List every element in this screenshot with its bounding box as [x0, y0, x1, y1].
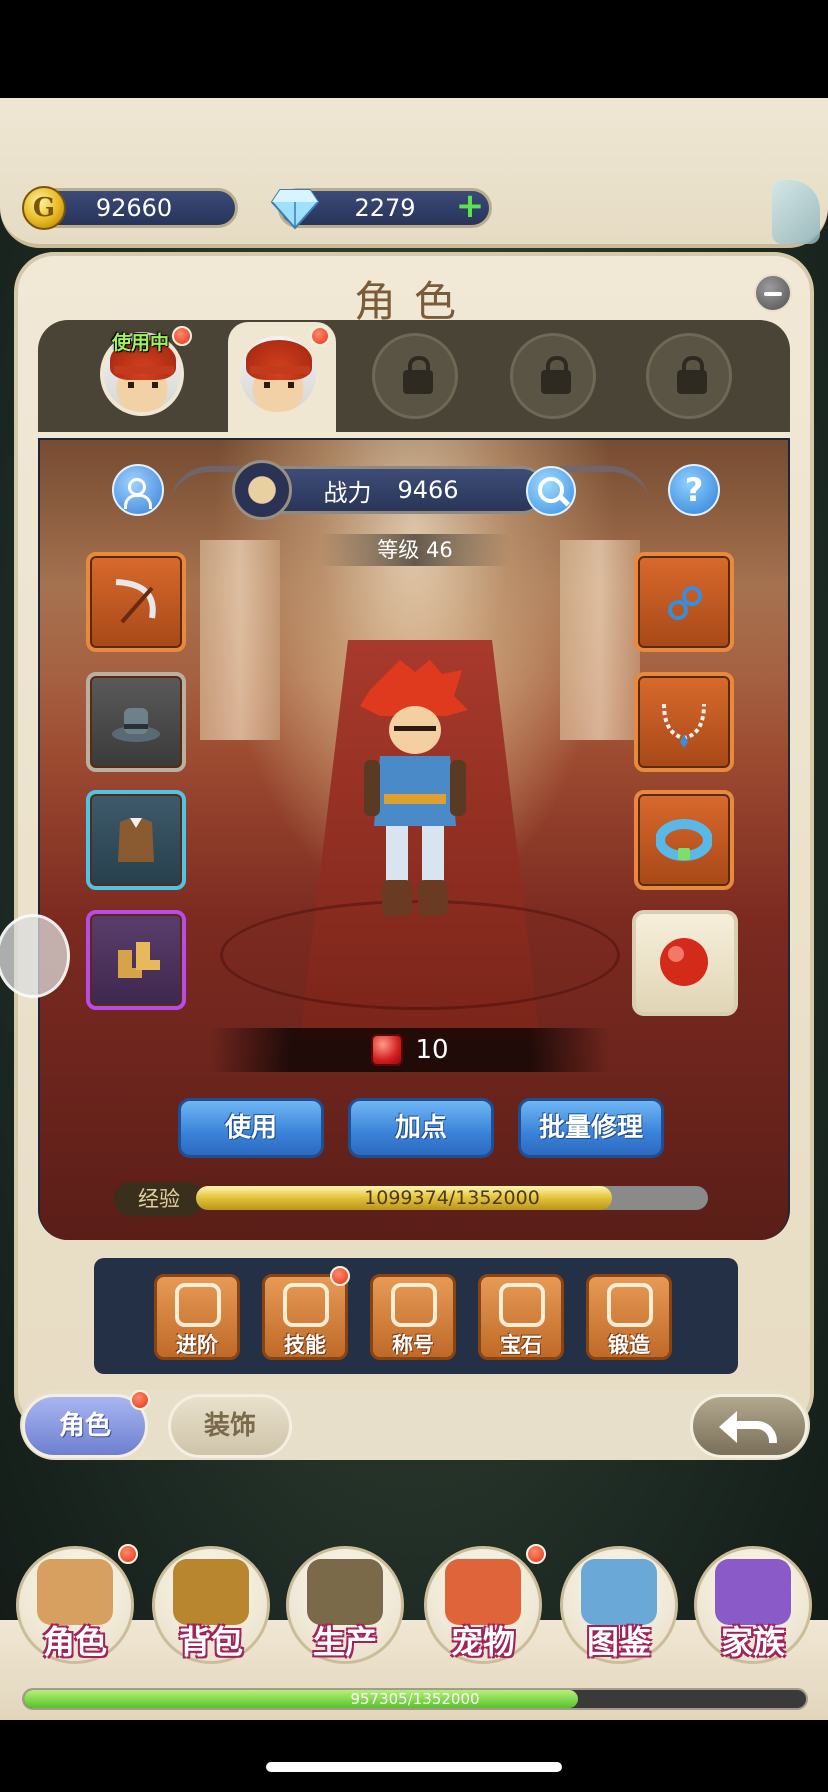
nav-guild[interactable]: 家族: [694, 1546, 812, 1664]
skill-icon: [283, 1283, 329, 1327]
belt-slot[interactable]: [634, 790, 734, 890]
minimize-button[interactable]: [754, 274, 792, 312]
hero-icon: [37, 1559, 113, 1625]
bracelet-icon: [656, 819, 712, 861]
pillar: [560, 540, 640, 740]
lock-icon: [677, 356, 707, 394]
armor-slot[interactable]: [86, 790, 186, 890]
in-use-label: 使用中: [112, 332, 170, 354]
skill-button[interactable]: 技能: [262, 1274, 348, 1360]
diamond-icon: [270, 189, 320, 230]
locked-character-slot[interactable]: [510, 333, 596, 419]
title-icon: [391, 1283, 437, 1327]
gold-coin-icon: G: [22, 186, 66, 230]
home-indicator[interactable]: [266, 1762, 562, 1772]
exp-value: 1099374/1352000: [364, 1187, 540, 1209]
scroll-decoration: [772, 180, 820, 244]
tab-role[interactable]: 角色: [22, 1394, 148, 1458]
notification-dot: [310, 326, 330, 346]
weapon-slot[interactable]: [86, 552, 186, 652]
guild-banner-icon: [715, 1559, 791, 1625]
nav-role-label: 角色: [42, 1623, 107, 1661]
nav-book[interactable]: 图鉴: [560, 1546, 678, 1664]
lock-icon: [541, 356, 571, 394]
vest-icon: [118, 818, 154, 862]
batch-repair-button[interactable]: 批量修理: [518, 1098, 664, 1158]
locked-character-slot[interactable]: [372, 333, 458, 419]
gem-count: 10: [415, 1035, 449, 1065]
nav-craft[interactable]: 生产: [286, 1546, 404, 1664]
book-icon: [581, 1559, 657, 1625]
top-hat-icon: [112, 708, 160, 742]
boots-icon: [118, 942, 160, 978]
nav-pet-label: 宠物: [450, 1623, 515, 1661]
notification-dot: [526, 1544, 546, 1564]
locked-character-slot[interactable]: [646, 333, 732, 419]
gem-slot[interactable]: [632, 910, 738, 1016]
title-label: 称号: [392, 1333, 434, 1357]
nav-guild-label: 家族: [720, 1623, 785, 1661]
combat-power-value: 9466: [397, 476, 459, 504]
inspect-button[interactable]: [526, 466, 576, 516]
help-button[interactable]: ?: [668, 464, 720, 516]
add-points-button[interactable]: 加点: [348, 1098, 494, 1158]
notification-dot: [118, 1544, 138, 1564]
forge-hammer-icon: [607, 1283, 653, 1327]
accessory-slot[interactable]: [634, 552, 734, 652]
title-button[interactable]: 称号: [370, 1274, 456, 1360]
party-icon[interactable]: [112, 464, 164, 516]
use-button[interactable]: 使用: [178, 1098, 324, 1158]
necklace-slot[interactable]: [634, 672, 734, 772]
nav-bag-label: 背包: [178, 1623, 243, 1661]
status-bar: [0, 0, 828, 98]
level-label: 等级 46: [320, 534, 510, 566]
hat-slot[interactable]: [86, 672, 186, 772]
advance-button[interactable]: 进阶: [154, 1274, 240, 1360]
character-avatar-2[interactable]: [236, 332, 320, 416]
nav-pet[interactable]: 宠物: [424, 1546, 542, 1664]
nav-craft-label: 生产: [312, 1623, 377, 1661]
gem-button[interactable]: 宝石: [478, 1274, 564, 1360]
red-orb-icon: [660, 938, 708, 986]
fist-icon: [232, 460, 292, 520]
tab-decoration[interactable]: 装饰: [168, 1394, 292, 1458]
notification-dot: [330, 1266, 350, 1286]
red-gem-icon: [371, 1034, 404, 1066]
exp-label: 经验: [114, 1182, 204, 1216]
notification-dot: [172, 326, 192, 346]
notification-dot: [130, 1390, 150, 1410]
gem-label: 宝石: [500, 1333, 542, 1357]
nav-bag[interactable]: 背包: [152, 1546, 270, 1664]
nav-role[interactable]: 角色: [16, 1546, 134, 1664]
forge-button[interactable]: 锻造: [586, 1274, 672, 1360]
add-diamonds-button[interactable]: +: [455, 189, 485, 223]
advance-icon: [175, 1283, 221, 1327]
nav-book-label: 图鉴: [586, 1623, 651, 1661]
pet-icon: [445, 1559, 521, 1625]
lock-icon: [403, 356, 433, 394]
pickaxe-icon: [307, 1559, 383, 1625]
hero-character: [360, 660, 468, 916]
forge-label: 锻造: [608, 1333, 650, 1357]
advance-label: 进阶: [176, 1333, 218, 1357]
combat-power-label: 战力: [323, 478, 372, 507]
back-button[interactable]: [690, 1394, 808, 1458]
boots-slot[interactable]: [86, 910, 186, 1010]
backpack-icon: [173, 1559, 249, 1625]
ring-set-icon: [668, 586, 702, 620]
gem-counter: 10: [210, 1028, 610, 1072]
necklace-icon: [662, 703, 706, 748]
pillar: [200, 540, 280, 740]
skill-label: 技能: [284, 1333, 326, 1357]
gem-icon: [499, 1283, 545, 1327]
player-exp-value: 957305/1352000: [350, 1690, 480, 1708]
scythe-icon: [115, 579, 156, 624]
